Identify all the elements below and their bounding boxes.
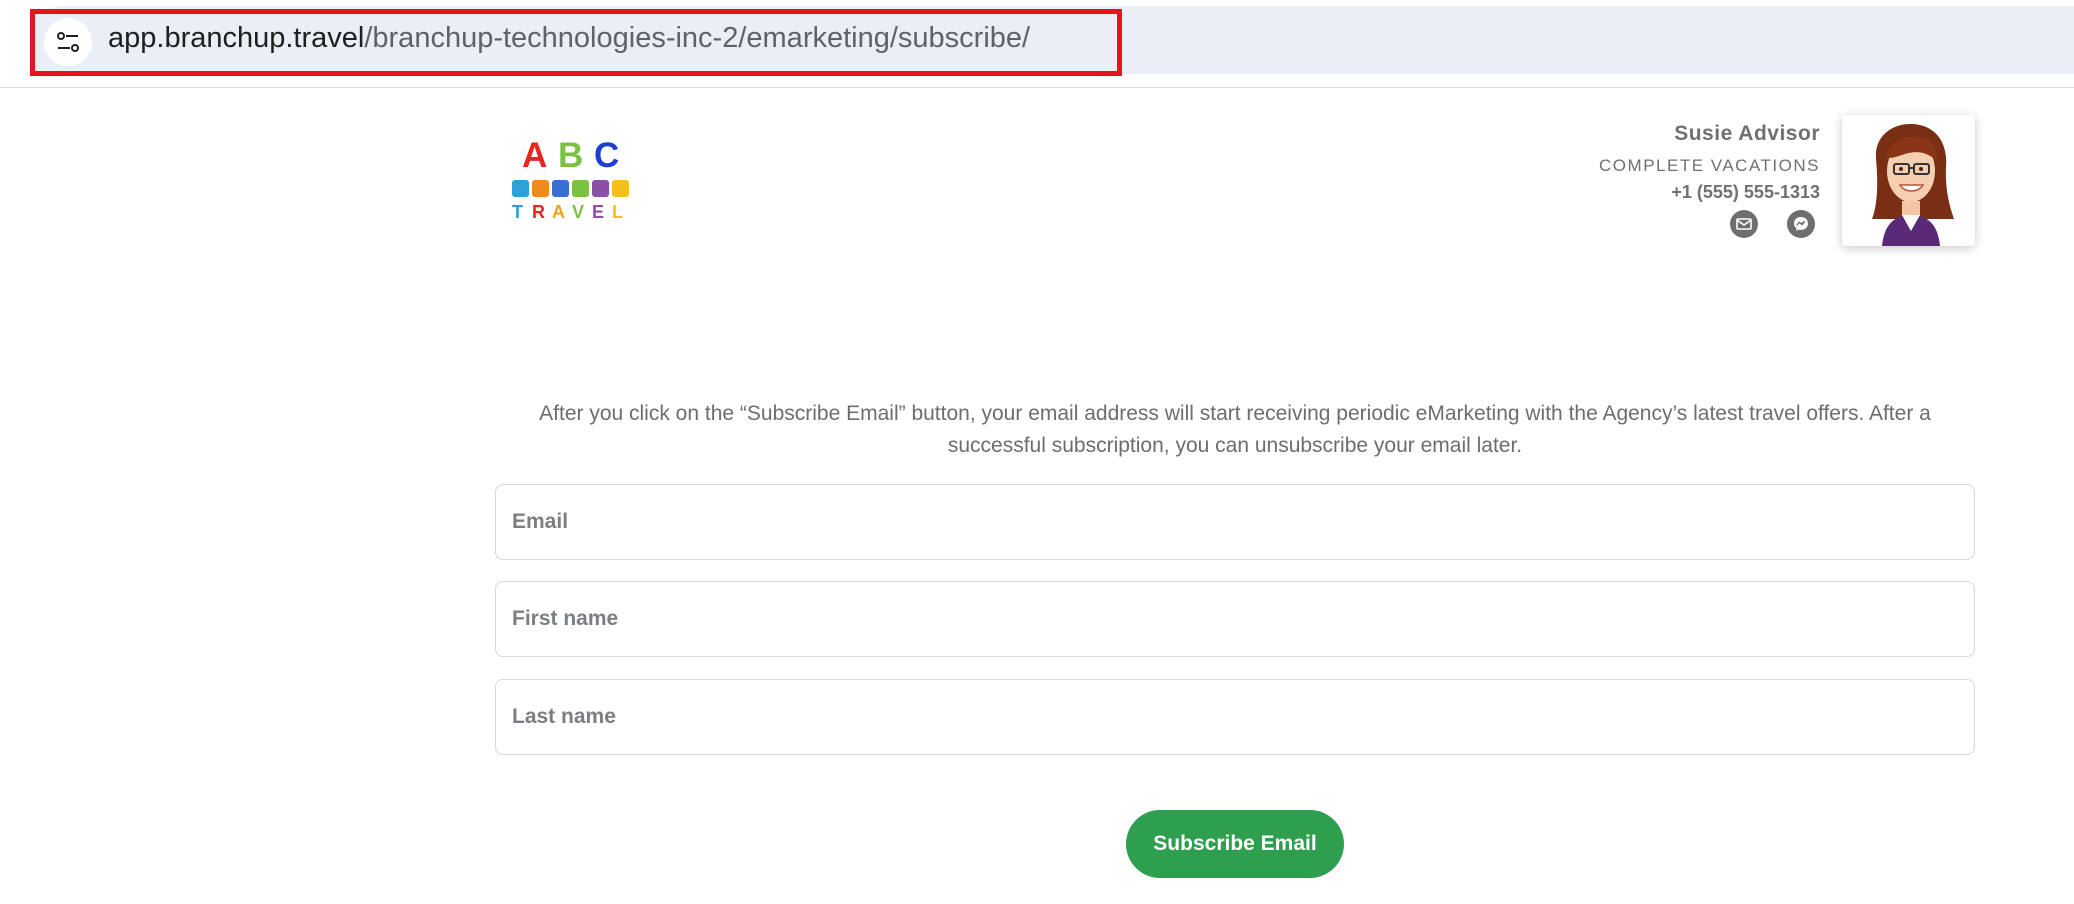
agent-agency: COMPLETE VACATIONS bbox=[1599, 156, 1820, 175]
plane-icon bbox=[552, 180, 569, 197]
agency-logo: A B C T R A V E L bbox=[508, 138, 632, 222]
first-name-field[interactable] bbox=[495, 581, 1975, 657]
messenger-icon[interactable] bbox=[1787, 210, 1815, 238]
train-icon bbox=[572, 180, 589, 197]
logo-word-letter: R bbox=[532, 202, 545, 222]
url-text[interactable]: app.branchup.travel/branchup-technologie… bbox=[108, 22, 1030, 55]
email-icon[interactable] bbox=[1730, 210, 1758, 238]
agent-avatar bbox=[1842, 115, 1975, 246]
logo-word-letter: T bbox=[512, 202, 523, 222]
url-path: /branchup-technologies-inc-2/emarketing/… bbox=[364, 22, 1031, 54]
tune-icon[interactable] bbox=[44, 18, 92, 66]
ship-icon bbox=[612, 180, 629, 197]
logo-letter-a: A bbox=[522, 136, 548, 175]
email-field[interactable] bbox=[495, 484, 1975, 560]
logo-word-letter: L bbox=[612, 202, 623, 222]
agent-info: Susie Advisor COMPLETE VACATIONS +1 (555… bbox=[1460, 122, 1820, 238]
logo-letter-b: B bbox=[558, 136, 584, 175]
subscribe-email-button[interactable]: Subscribe Email bbox=[1126, 810, 1344, 878]
subscribe-intro-text: After you click on the “Subscribe Email”… bbox=[539, 402, 1931, 457]
browser-toolbar: app.branchup.travel/branchup-technologie… bbox=[0, 0, 2074, 88]
url-host: app.branchup.travel bbox=[108, 22, 365, 54]
logo-letter-c: C bbox=[594, 136, 620, 175]
agent-contact-icons bbox=[1730, 210, 1820, 240]
bus-icon bbox=[512, 180, 529, 197]
bike-icon bbox=[592, 180, 609, 197]
logo-word-letter: A bbox=[552, 202, 565, 222]
logo-word: T R A V E L bbox=[512, 202, 636, 222]
agent-name: Susie Advisor bbox=[1674, 122, 1820, 145]
car-icon bbox=[532, 180, 549, 197]
logo-word-letter: E bbox=[592, 202, 605, 222]
logo-letters: A B C bbox=[508, 138, 632, 174]
logo-word-letter: V bbox=[572, 202, 585, 222]
agent-phone[interactable]: +1 (555) 555-1313 bbox=[1460, 182, 1820, 203]
logo-transport-icons bbox=[512, 180, 632, 200]
last-name-field[interactable] bbox=[495, 679, 1975, 755]
